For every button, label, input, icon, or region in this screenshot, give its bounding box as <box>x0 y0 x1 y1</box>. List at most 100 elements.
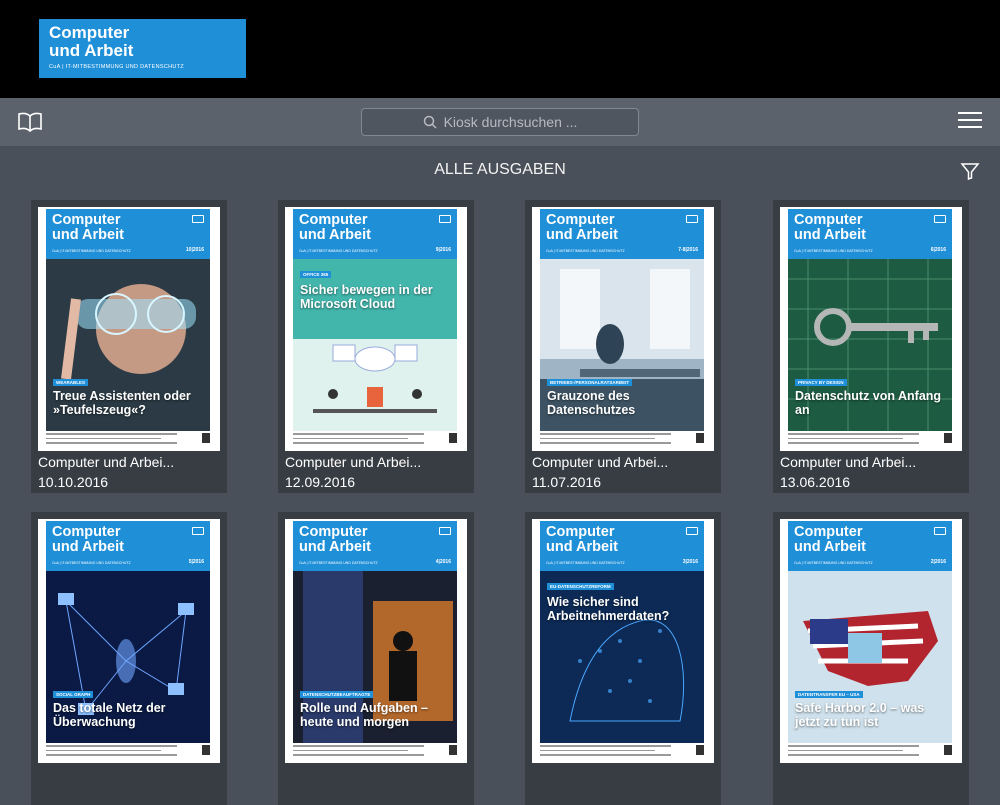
issue-card[interactable]: Computer und Arbeit CuA | IT-MITBESTIMMU… <box>525 200 721 493</box>
app-header: Computer und Arbeit CuA | IT-MITBESTIMMU… <box>0 0 1000 98</box>
cover-footer <box>788 745 952 759</box>
cover-brand-line2: und Arbeit <box>546 227 618 243</box>
issue-cover[interactable]: Computer und Arbeit CuA | IT-MITBESTIMMU… <box>532 207 714 451</box>
cover-issue-number: 7-8|2016 <box>678 247 698 253</box>
cover-brand-line2: und Arbeit <box>299 227 371 243</box>
cover-image: PRIVACY BY DESIGN Datenschutz von Anfang… <box>788 259 952 431</box>
cover-brand-line1: Computer <box>546 524 615 540</box>
cover-headline: Das totale Netz der Überwachung <box>53 701 166 729</box>
cover-brand-line1: Computer <box>299 212 368 228</box>
cover-headline: Treue Assistenten oder »Teufelszeug«? <box>53 389 191 417</box>
logo-line2: und Arbeit <box>49 41 134 60</box>
cover-brand-line2: und Arbeit <box>299 539 371 555</box>
filter-icon <box>960 163 980 181</box>
search-icon <box>423 115 437 129</box>
cover-masthead: Computer und Arbeit CuA | IT-MITBESTIMMU… <box>540 209 704 259</box>
menu-icon-bar <box>958 126 982 128</box>
publisher-logo-icon <box>696 745 704 755</box>
issue-card[interactable]: Computer und Arbeit CuA | IT-MITBESTIMMU… <box>773 200 969 493</box>
cover-footer-line <box>540 437 655 439</box>
cover-footer-line <box>293 754 425 756</box>
cover-brand-line1: Computer <box>546 212 615 228</box>
cover-image: DATENTRANSFER EU – USA Safe Harbor 2.0 –… <box>788 571 952 743</box>
publisher-icon <box>439 215 451 223</box>
cover-headline: Datenschutz von Anfang an <box>795 389 942 417</box>
search-input[interactable]: Kiosk durchsuchen ... <box>361 108 639 136</box>
cover-footer-line <box>788 442 920 444</box>
issue-date: 10.10.2016 <box>38 474 109 490</box>
issue-title: Computer und Arbei... <box>38 454 175 470</box>
cover-footer-line <box>293 437 408 439</box>
issue-cover[interactable]: Computer und Arbeit CuA | IT-MITBESTIMMU… <box>780 207 962 451</box>
cover-footer-line <box>293 745 425 747</box>
cover-footer-line <box>46 745 178 747</box>
cover-brand-subline: CuA | IT-MITBESTIMMUNG UND DATENSCHUTZ <box>794 561 873 565</box>
cover-footer-line <box>293 442 425 444</box>
cover-brand-subline: CuA | IT-MITBESTIMMUNG UND DATENSCHUTZ <box>52 249 131 253</box>
cover-tag: SOCIAL GRAPH <box>53 691 94 698</box>
cover-headline: Safe Harbor 2.0 – was jetzt zu tun ist <box>795 701 925 729</box>
library-button[interactable] <box>16 110 44 134</box>
cover-footer-line <box>540 433 672 435</box>
issue-date: 12.09.2016 <box>285 474 356 490</box>
publisher-logo-icon <box>202 745 210 755</box>
menu-icon-bar <box>958 112 982 114</box>
issue-title: Computer und Arbei... <box>285 454 422 470</box>
cover-footer <box>788 433 952 447</box>
issue-cover[interactable]: Computer und Arbeit CuA | IT-MITBESTIMMU… <box>38 519 220 763</box>
issue-card[interactable]: Computer und Arbeit CuA | IT-MITBESTIMMU… <box>525 512 721 805</box>
cover-tag: OFFICE 365 <box>300 271 332 278</box>
cover-headline: Grauzone des Datenschutzes <box>547 389 636 417</box>
cover-brand-line2: und Arbeit <box>52 227 124 243</box>
cover-image: BETRIEBS-/PERSONALRATSARBEIT Grauzone de… <box>540 259 704 431</box>
cover-footer-line <box>788 754 920 756</box>
issue-cover[interactable]: Computer und Arbeit CuA | IT-MITBESTIMMU… <box>285 207 467 451</box>
cover-footer-line <box>46 433 178 435</box>
cover-headline: Wie sicher sind Arbeitnehmerdaten? <box>547 595 670 623</box>
cover-footer-line <box>46 754 178 756</box>
cover-brand-line2: und Arbeit <box>52 539 124 555</box>
cover-footer-line <box>46 442 178 444</box>
cover-masthead: Computer und Arbeit CuA | IT-MITBESTIMMU… <box>788 209 952 259</box>
cover-brand-subline: CuA | IT-MITBESTIMMUNG UND DATENSCHUTZ <box>546 561 625 565</box>
cover-issue-number: 9|2016 <box>435 247 451 253</box>
cover-tag: DATENTRANSFER EU – USA <box>795 691 863 698</box>
issue-card[interactable]: Computer und Arbeit CuA | IT-MITBESTIMMU… <box>278 200 474 493</box>
cover-brand-subline: CuA | IT-MITBESTIMMUNG UND DATENSCHUTZ <box>794 249 873 253</box>
issue-card[interactable]: Computer und Arbeit CuA | IT-MITBESTIMMU… <box>773 512 969 805</box>
publisher-icon <box>934 527 946 535</box>
cover-footer <box>46 433 210 447</box>
cover-image: DATENSCHUTZBEAUFTRAGTE Rolle und Aufgabe… <box>293 571 457 743</box>
publisher-icon <box>686 215 698 223</box>
cover-tag: DATENSCHUTZBEAUFTRAGTE <box>300 691 374 698</box>
cover-footer-line <box>540 754 672 756</box>
issue-cover[interactable]: Computer und Arbeit CuA | IT-MITBESTIMMU… <box>780 519 962 763</box>
issue-title: Computer und Arbei... <box>532 454 669 470</box>
cover-image: OFFICE 365 Sicher bewegen in der Microso… <box>293 259 457 431</box>
publisher-logo-icon <box>449 433 457 443</box>
menu-button[interactable] <box>958 112 982 132</box>
publisher-logo-icon <box>944 745 952 755</box>
cover-issue-number: 4|2016 <box>435 559 451 565</box>
issue-card[interactable]: Computer und Arbeit CuA | IT-MITBESTIMMU… <box>31 512 227 805</box>
book-icon <box>18 112 42 133</box>
issue-card[interactable]: Computer und Arbeit CuA | IT-MITBESTIMMU… <box>31 200 227 493</box>
issue-cover[interactable]: Computer und Arbeit CuA | IT-MITBESTIMMU… <box>532 519 714 763</box>
cover-footer-line <box>293 433 425 435</box>
cover-masthead: Computer und Arbeit CuA | IT-MITBESTIMMU… <box>46 209 210 259</box>
brand-logo: Computer und Arbeit CuA | IT-MITBESTIMMU… <box>39 19 246 78</box>
issue-cover[interactable]: Computer und Arbeit CuA | IT-MITBESTIMMU… <box>285 519 467 763</box>
cover-brand-line2: und Arbeit <box>794 539 866 555</box>
cover-issue-number: 2|2016 <box>930 559 946 565</box>
filter-button[interactable] <box>960 161 980 181</box>
cover-brand-subline: CuA | IT-MITBESTIMMUNG UND DATENSCHUTZ <box>52 561 131 565</box>
cover-brand-subline: CuA | IT-MITBESTIMMUNG UND DATENSCHUTZ <box>299 249 378 253</box>
issue-cover[interactable]: Computer und Arbeit CuA | IT-MITBESTIMMU… <box>38 207 220 451</box>
cover-tag: PRIVACY BY DESIGN <box>795 379 847 386</box>
cover-tag: WEARABLES <box>53 379 88 386</box>
cover-footer <box>293 433 457 447</box>
cover-footer-line <box>788 437 903 439</box>
cover-masthead: Computer und Arbeit CuA | IT-MITBESTIMMU… <box>293 209 457 259</box>
cover-issue-number: 3|2016 <box>682 559 698 565</box>
issue-card[interactable]: Computer und Arbeit CuA | IT-MITBESTIMMU… <box>278 512 474 805</box>
